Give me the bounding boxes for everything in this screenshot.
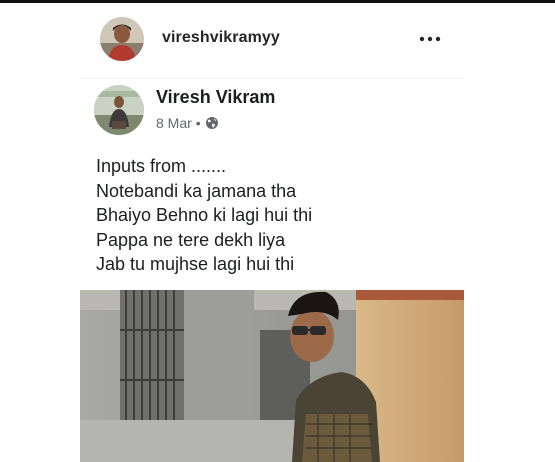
- post-photo-image: [80, 290, 464, 462]
- post-date[interactable]: 8 Mar: [156, 115, 192, 131]
- post-meta: 8 Mar •: [156, 115, 219, 131]
- author-avatar-photo: [94, 85, 144, 135]
- post-text: Inputs from ....... Notebandi ka jamana …: [96, 154, 476, 277]
- post-line: Bhaiyo Behno ki lagi hui thi: [96, 205, 313, 225]
- more-horizontal-icon[interactable]: [418, 32, 442, 46]
- instagram-post-header: vireshvikramyy: [82, 10, 464, 79]
- username[interactable]: vireshvikramyy: [162, 29, 280, 47]
- avatar-photo: [100, 17, 144, 61]
- post-line: Pappa ne tere dekh liya: [96, 229, 286, 250]
- author-avatar[interactable]: [94, 85, 144, 135]
- post-line: Notebandi ka jamana tha: [96, 180, 297, 201]
- profile-avatar[interactable]: [100, 17, 144, 61]
- globe-icon: [205, 117, 218, 129]
- author-name[interactable]: Viresh Vikram: [156, 87, 275, 108]
- post-photo[interactable]: [80, 290, 464, 462]
- post-line: Jab tu mujhse lagi hui thi: [96, 254, 295, 274]
- post-line: Inputs from .......: [96, 156, 227, 176]
- top-edge-strip: [0, 0, 555, 3]
- meta-separator: •: [195, 115, 201, 131]
